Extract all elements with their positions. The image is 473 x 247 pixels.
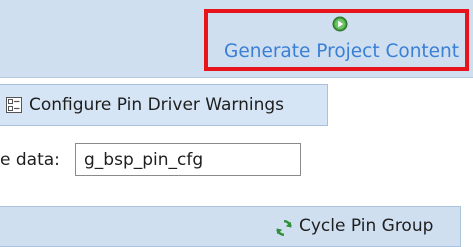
generate-project-content-label: Generate Project Content — [224, 41, 460, 62]
pin-group-toolbar: Cycle Pin Group — [0, 206, 461, 247]
configure-pin-driver-warnings-button[interactable]: Configure Pin Driver Warnings — [0, 84, 328, 126]
list-settings-icon — [6, 97, 22, 113]
configure-pin-driver-warnings-label: Configure Pin Driver Warnings — [29, 95, 285, 115]
pin-data-label: e data: — [0, 150, 60, 170]
top-toolbar: Generate Project Content — [0, 0, 473, 78]
pin-data-input[interactable] — [75, 143, 301, 176]
generate-project-content-button[interactable]: Generate Project Content — [204, 9, 469, 71]
run-icon — [332, 16, 348, 32]
cycle-pin-group-button[interactable]: Cycle Pin Group — [268, 213, 456, 241]
cycle-icon — [276, 220, 292, 236]
cycle-pin-group-label: Cycle Pin Group — [299, 216, 434, 236]
